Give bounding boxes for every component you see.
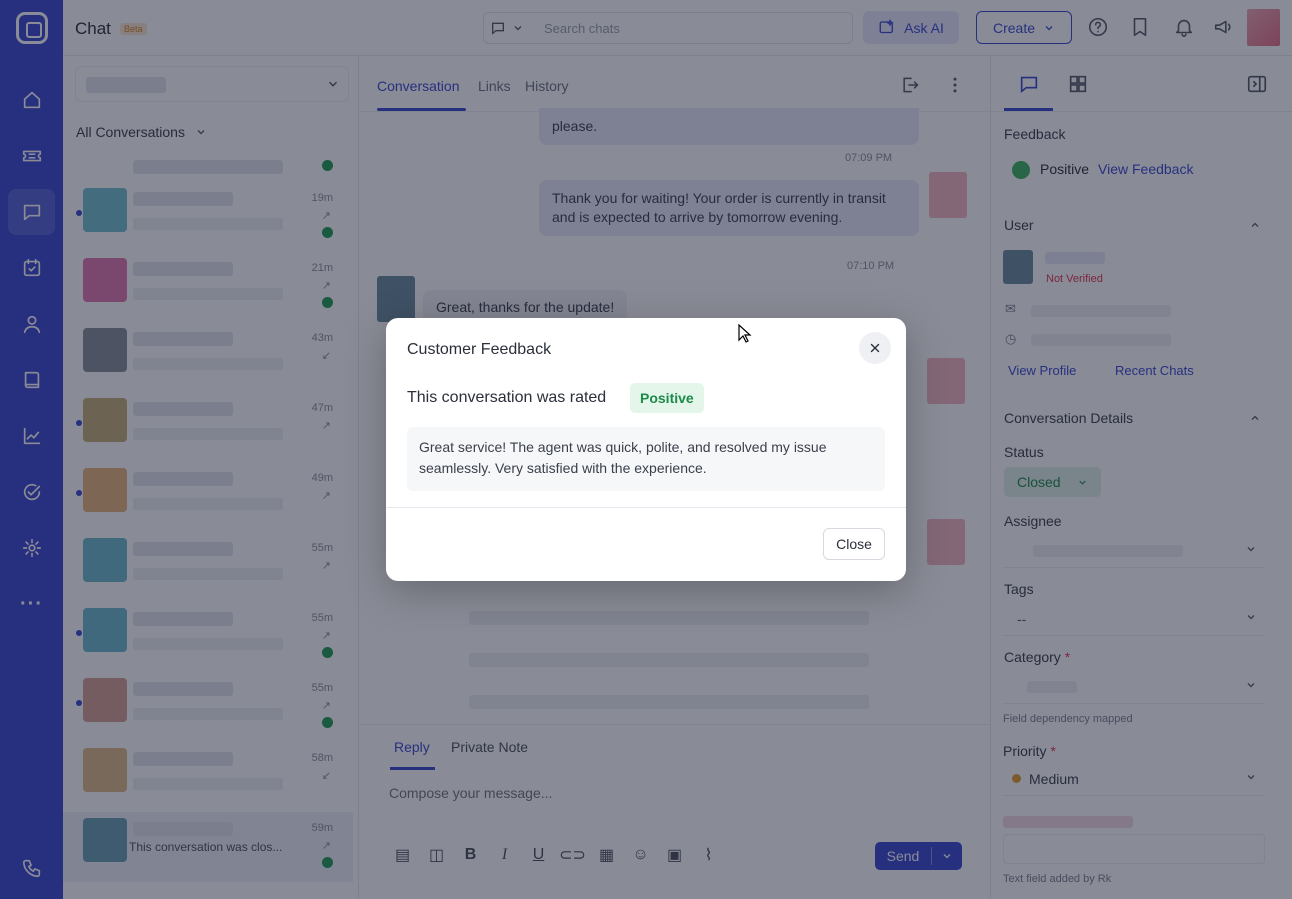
rating-text: This conversation was rated — [407, 389, 607, 406]
rating-badge: Positive — [630, 383, 704, 413]
modal-title: Customer Feedback — [407, 341, 552, 358]
mouse-cursor-icon — [738, 324, 752, 343]
close-button[interactable]: Close — [823, 528, 885, 560]
modal-divider — [386, 507, 906, 508]
close-icon[interactable] — [859, 332, 891, 364]
feedback-comment: Great service! The agent was quick, poli… — [407, 427, 885, 491]
customer-feedback-modal: Customer Feedback This conversation was … — [386, 318, 906, 581]
